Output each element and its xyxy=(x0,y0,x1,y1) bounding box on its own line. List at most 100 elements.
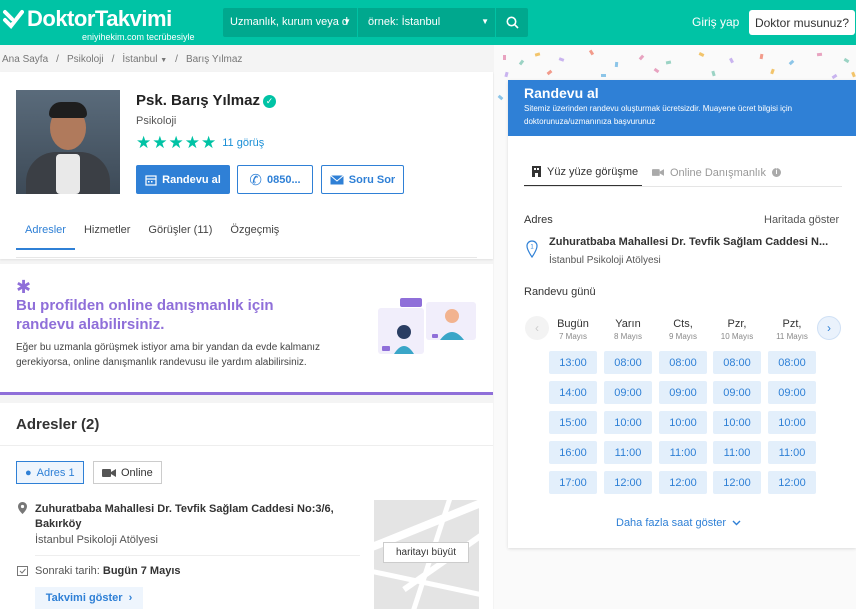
time-slot-button[interactable]: 14:00 xyxy=(549,381,597,404)
phone-button-label: 0850... xyxy=(266,173,301,186)
time-slot-button[interactable]: 11:00 xyxy=(604,441,652,464)
time-slot-button[interactable]: 08:00 xyxy=(768,351,816,374)
day-date: 8 Mayıs xyxy=(613,332,642,341)
specialty-search-input[interactable]: Uzmanlık, kurum veya d ▼ xyxy=(223,8,357,37)
breadcrumb-separator: / xyxy=(56,54,59,65)
time-slot-button[interactable]: 09:00 xyxy=(604,381,652,404)
confetti-piece xyxy=(503,55,506,60)
time-slot-button[interactable]: 13:00 xyxy=(549,351,597,374)
tab-online[interactable]: Online Danışmanlık i xyxy=(644,158,781,187)
time-slot-button[interactable]: 10:00 xyxy=(659,411,707,434)
next-days-button[interactable]: › xyxy=(817,316,841,340)
time-slot-button[interactable]: 15:00 xyxy=(549,411,597,434)
day-date: 9 Mayıs xyxy=(668,332,697,341)
time-slot-button[interactable]: 16:00 xyxy=(549,441,597,464)
breadcrumb-city-label: İstanbul xyxy=(122,54,158,65)
time-slot-button[interactable]: 12:00 xyxy=(659,471,707,494)
ask-question-button[interactable]: Soru Sor xyxy=(321,165,404,194)
building-icon xyxy=(532,166,541,177)
next-date: Sonraki tarih: Bugün 7 Mayıs xyxy=(35,565,181,577)
show-on-map-link[interactable]: Haritada göster xyxy=(764,214,839,226)
day-name: Yarın xyxy=(615,318,641,330)
appointment-button[interactable]: Randevu al xyxy=(136,165,230,194)
logo-icon xyxy=(3,10,24,30)
day-name: Pzr, xyxy=(727,318,747,330)
day-header: Pzr, 10 Mayıs xyxy=(713,318,761,341)
chevron-down-icon: ▼ xyxy=(160,57,168,64)
time-slot-button[interactable]: 11:00 xyxy=(659,441,707,464)
address-chip-online[interactable]: Online xyxy=(93,461,162,484)
confetti-piece xyxy=(614,61,619,68)
time-slot-button[interactable]: 09:00 xyxy=(659,381,707,404)
online-banner-title: Bu profilden online danışmanlık için ran… xyxy=(16,297,274,333)
time-slot-button[interactable]: 11:00 xyxy=(713,441,761,464)
day-name: Pzt, xyxy=(782,318,802,330)
tab-reviews[interactable]: Görüşler (11) xyxy=(139,218,221,250)
logo[interactable]: DoktorTakvimi eniyihekim.com tecrübesiyl… xyxy=(2,6,195,42)
search-button[interactable] xyxy=(496,8,528,37)
breadcrumb-item-current: Barış Yılmaz xyxy=(185,54,243,65)
time-slot-button[interactable]: 12:00 xyxy=(768,471,816,494)
logo-subtext: eniyihekim.com tecrübesiyle xyxy=(82,32,195,42)
more-hours-button[interactable]: Daha fazla saat göster xyxy=(616,517,741,529)
tab-addresses[interactable]: Adresler xyxy=(16,218,75,250)
time-slot-button[interactable]: 17:00 xyxy=(549,471,597,494)
day-header: Yarın 8 Mayıs xyxy=(604,318,652,341)
enlarge-map-button[interactable]: haritayı büyüt xyxy=(383,542,469,563)
address-label: Adres xyxy=(524,214,553,226)
tab-online-label: Online Danışmanlık xyxy=(670,166,766,179)
top-bar: DoktorTakvimi eniyihekim.com tecrübesiyl… xyxy=(0,0,856,45)
next-date-value: Bugün 7 Mayıs xyxy=(102,565,181,577)
breadcrumb-item-specialty[interactable]: Psikoloji xyxy=(67,54,104,65)
time-slot-button[interactable]: 12:00 xyxy=(604,471,652,494)
time-slot-button[interactable]: 10:00 xyxy=(604,411,652,434)
star-icon: ★ xyxy=(184,133,200,152)
doctor-photo xyxy=(16,90,120,194)
mail-icon xyxy=(329,174,344,184)
pin-icon: ● xyxy=(25,466,32,479)
location-input[interactable]: örnek: İstanbul ▼ xyxy=(358,8,495,37)
time-slot-button[interactable]: 09:00 xyxy=(713,381,761,404)
next-date-label: Sonraki tarih: xyxy=(35,565,100,577)
doctor-name: Psk. Barış Yılmaz ✓ xyxy=(136,92,276,109)
time-slot-button[interactable]: 10:00 xyxy=(768,411,816,434)
tab-resume[interactable]: Özgeçmiş xyxy=(221,218,288,250)
time-slot-button[interactable]: 09:00 xyxy=(768,381,816,404)
day-name: Bugün xyxy=(557,318,589,330)
time-slot-button[interactable]: 11:00 xyxy=(768,441,816,464)
doctor-button[interactable]: Doktor musunuz? xyxy=(749,10,855,35)
phone-button[interactable]: ✆ 0850... xyxy=(237,165,313,194)
video-icon xyxy=(102,468,116,477)
day-date: 10 Mayıs xyxy=(720,332,754,341)
time-slot-button[interactable]: 10:00 xyxy=(713,411,761,434)
prev-days-button[interactable]: ‹ xyxy=(525,316,549,340)
time-slot-button[interactable]: 12:00 xyxy=(713,471,761,494)
time-slot-button[interactable]: 08:00 xyxy=(659,351,707,374)
breadcrumb-item-city[interactable]: İstanbul ▼ xyxy=(122,54,167,65)
breadcrumb-item-home[interactable]: Ana Sayfa xyxy=(2,54,48,65)
ask-question-label: Soru Sor xyxy=(348,173,396,186)
tab-services[interactable]: Hizmetler xyxy=(75,218,139,250)
tab-in-person[interactable]: Yüz yüze görüşme xyxy=(524,158,642,187)
verified-icon: ✓ xyxy=(262,95,276,108)
appointment-button-label: Randevu al xyxy=(162,173,221,186)
chevron-down-icon xyxy=(732,520,741,526)
chevron-right-icon: › xyxy=(128,592,133,604)
appointment-day-label: Randevu günü xyxy=(524,286,596,298)
address-chip-1[interactable]: ● Adres 1 xyxy=(16,461,84,484)
day-date: 11 Mayıs xyxy=(776,332,808,341)
appointment-subtitle: Sitemiz üzerinden randevu oluşturmak ücr… xyxy=(524,104,793,126)
show-calendar-button[interactable]: Takvimi göster › xyxy=(35,587,143,609)
appointment-title: Randevu al xyxy=(524,85,599,101)
reviews-link[interactable]: 11 görüş xyxy=(222,137,264,149)
addresses-title: Adresler (2) xyxy=(16,416,100,433)
address-divider xyxy=(35,555,360,556)
time-slot-button[interactable]: 08:00 xyxy=(713,351,761,374)
chevron-down-icon: ▼ xyxy=(481,17,489,26)
time-slot-button[interactable]: 08:00 xyxy=(604,351,652,374)
login-link[interactable]: Giriş yap xyxy=(692,15,739,29)
breadcrumb-separator: / xyxy=(175,54,178,65)
day-header: Cts, 9 Mayıs xyxy=(659,318,707,341)
online-banner-text: Eğer bu uzmanla görüşmek istiyor ama bir… xyxy=(16,342,321,368)
logo-text: DoktorTakvimi xyxy=(27,6,172,31)
